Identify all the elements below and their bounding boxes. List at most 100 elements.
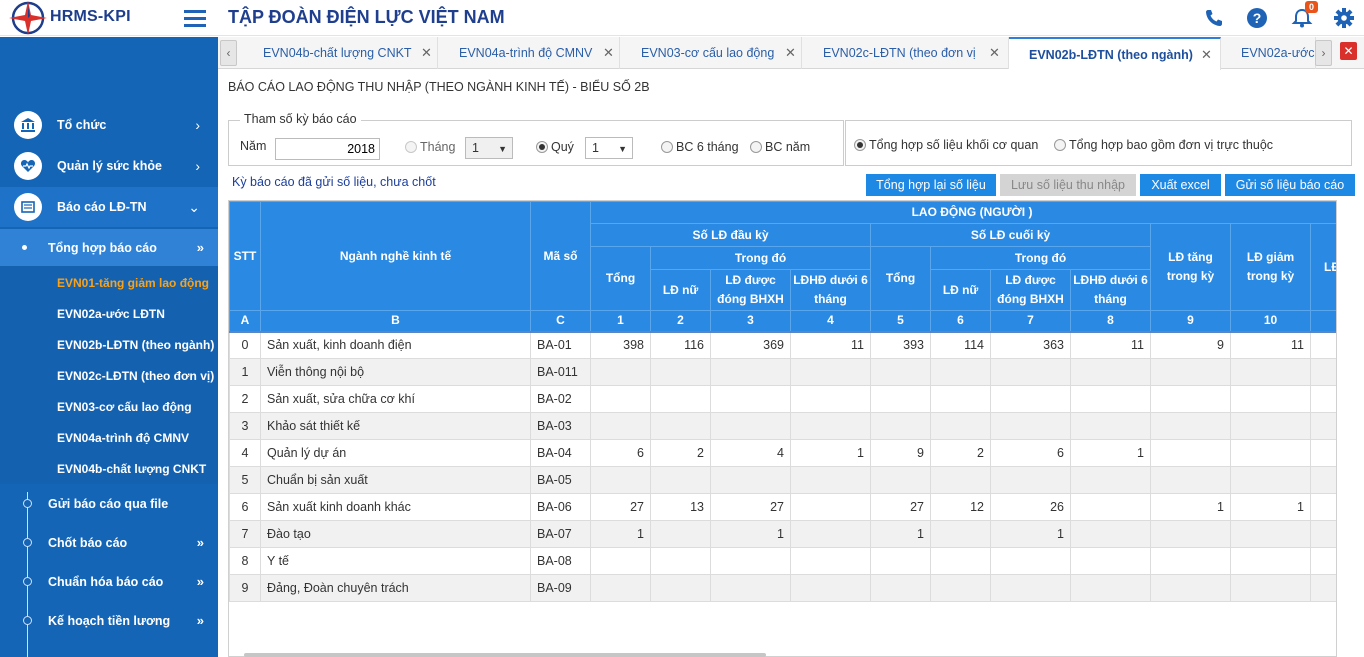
row-value-cell[interactable]: 1	[710, 520, 791, 548]
row-value-cell[interactable]	[930, 520, 991, 548]
tab-evn02a[interactable]: EVN02a-ước	[1221, 37, 1316, 69]
row-value-cell[interactable]	[650, 574, 711, 602]
row-value-cell[interactable]	[870, 358, 931, 386]
row-value-cell[interactable]: 6	[590, 439, 651, 467]
sidebar-item-reports[interactable]: Báo cáo LĐ-TN ⌄	[0, 187, 218, 227]
table-row[interactable]: 1 Viễn thông nội bộ BA-011	[229, 358, 1336, 386]
tab-close-icon[interactable]: ✕	[421, 45, 432, 61]
row-value-cell[interactable]	[790, 358, 871, 386]
row-value-cell[interactable]	[930, 412, 991, 440]
row-value-cell[interactable]: 11	[1070, 330, 1151, 359]
row-value-cell[interactable]	[990, 412, 1071, 440]
row-value-cell[interactable]	[1070, 385, 1151, 413]
row-value-cell[interactable]: 116	[650, 330, 711, 359]
row-value-cell[interactable]	[990, 574, 1071, 602]
row-value-cell[interactable]	[1150, 547, 1231, 575]
row-value-cell[interactable]: 26	[990, 493, 1071, 521]
row-value-cell[interactable]	[650, 520, 711, 548]
row-value-cell[interactable]: 27	[710, 493, 791, 521]
row-value-cell[interactable]	[590, 412, 651, 440]
table-row[interactable]: 7 Đào tạo BA-07 1 1 1 1	[229, 520, 1336, 548]
row-value-cell[interactable]	[590, 547, 651, 575]
row-value-cell[interactable]	[930, 385, 991, 413]
row-value-cell[interactable]: 6	[990, 439, 1071, 467]
row-value-cell[interactable]	[1150, 466, 1231, 494]
row-value-cell[interactable]	[1070, 358, 1151, 386]
sidebar-item-organization[interactable]: Tổ chức ›	[0, 105, 218, 145]
table-row[interactable]: 4 Quản lý dự án BA-04 6 2 4 1 9 2 6 1	[229, 439, 1336, 467]
row-value-cell[interactable]	[870, 574, 931, 602]
row-value-cell[interactable]	[590, 385, 651, 413]
row-value-cell[interactable]: 1	[870, 520, 931, 548]
notifications-button[interactable]: 0	[1288, 1, 1318, 32]
tab-evn02b[interactable]: EVN02b-LĐTN (theo ngành) ✕	[1009, 37, 1221, 70]
settings-button[interactable]	[1330, 4, 1358, 32]
half-year-radio[interactable]	[661, 141, 673, 153]
sidebar-leaf-evn04b[interactable]: EVN04b-chất lượng CNKT	[57, 462, 206, 476]
close-all-tabs-button[interactable]: ✕	[1340, 42, 1357, 60]
row-value-cell[interactable]	[990, 385, 1071, 413]
row-value-cell[interactable]	[1230, 439, 1311, 467]
sidebar-item-salary-plan[interactable]: Kế hoạch tiền lương »	[0, 601, 218, 640]
row-value-cell[interactable]	[990, 358, 1071, 386]
row-value-cell[interactable]	[1230, 358, 1311, 386]
row-value-cell[interactable]	[1230, 574, 1311, 602]
row-value-cell[interactable]	[1309, 547, 1336, 575]
row-value-cell[interactable]	[790, 466, 871, 494]
table-row[interactable]: 8Y tế BA-08	[229, 547, 1336, 575]
row-value-cell[interactable]	[1230, 466, 1311, 494]
row-value-cell[interactable]	[1070, 412, 1151, 440]
row-value-cell[interactable]	[650, 385, 711, 413]
row-value-cell[interactable]	[1309, 466, 1336, 494]
help-button[interactable]: ?	[1243, 4, 1271, 32]
row-value-cell[interactable]	[790, 385, 871, 413]
row-value-cell[interactable]: 13	[650, 493, 711, 521]
row-value-cell[interactable]	[790, 574, 871, 602]
tab-evn02c[interactable]: EVN02c-LĐTN (theo đơn vị ✕	[802, 37, 1009, 69]
table-row[interactable]: 2 Sản xuất, sửa chữa cơ khí BA-02	[229, 385, 1336, 413]
save-income-button[interactable]: Lưu số liệu thu nhập	[1000, 174, 1136, 196]
tab-evn04a[interactable]: EVN04a-trình độ CMNV ✕	[438, 37, 620, 69]
month-radio[interactable]	[405, 141, 417, 153]
row-value-cell[interactable]	[1230, 412, 1311, 440]
row-value-cell[interactable]: 2	[650, 439, 711, 467]
row-value-cell[interactable]: 398	[590, 330, 651, 359]
report-table-container[interactable]: STT Ngành nghề kinh tế Mã số LAO ĐỘNG (N…	[228, 200, 1337, 657]
sidebar-item-lock-report[interactable]: Chốt báo cáo »	[0, 523, 218, 562]
row-value-cell[interactable]	[1230, 520, 1311, 548]
quarter-radio[interactable]	[536, 141, 548, 153]
month-select[interactable]: 1 ▼	[465, 137, 513, 159]
tab-evn04b[interactable]: EVN04b-chất lượng CNKT ✕	[240, 37, 438, 69]
row-value-cell[interactable]	[990, 547, 1071, 575]
row-value-cell[interactable]	[650, 412, 711, 440]
row-value-cell[interactable]	[650, 358, 711, 386]
table-row[interactable]: 6 Sản xuất kinh doanh khác BA-06 27 13 27 27 12…	[229, 493, 1336, 521]
row-value-cell[interactable]	[1070, 547, 1151, 575]
horizontal-scrollbar[interactable]	[244, 653, 766, 657]
sidebar-leaf-evn02a[interactable]: EVN02a-ước LĐTN	[57, 307, 165, 321]
row-value-cell[interactable]	[1150, 358, 1231, 386]
row-value-cell[interactable]	[1309, 385, 1336, 413]
row-value-cell[interactable]	[1230, 547, 1311, 575]
row-value-cell[interactable]	[1150, 520, 1231, 548]
row-value-cell[interactable]: 1	[1230, 493, 1311, 521]
row-value-cell[interactable]	[650, 547, 711, 575]
row-value-cell[interactable]	[1150, 412, 1231, 440]
sidebar-item-health[interactable]: Quản lý sức khỏe ›	[0, 146, 218, 186]
row-value-cell[interactable]	[650, 466, 711, 494]
row-value-cell[interactable]	[710, 574, 791, 602]
row-value-cell[interactable]: 393	[870, 330, 931, 359]
row-value-cell[interactable]	[710, 358, 791, 386]
row-value-cell[interactable]	[1150, 439, 1231, 467]
row-value-cell[interactable]	[990, 466, 1071, 494]
row-value-cell[interactable]	[1309, 330, 1336, 359]
scope-all-radio[interactable]	[1054, 139, 1066, 151]
row-value-cell[interactable]: 1	[1070, 439, 1151, 467]
scope-office-radio[interactable]	[854, 139, 866, 151]
row-value-cell[interactable]	[790, 493, 871, 521]
export-excel-button[interactable]: Xuất excel	[1140, 174, 1221, 196]
row-value-cell[interactable]: 1	[1150, 493, 1231, 521]
year-input[interactable]	[275, 138, 380, 160]
sidebar-item-send-file[interactable]: Gửi báo cáo qua file	[0, 484, 218, 523]
tab-close-icon[interactable]: ✕	[603, 45, 614, 61]
